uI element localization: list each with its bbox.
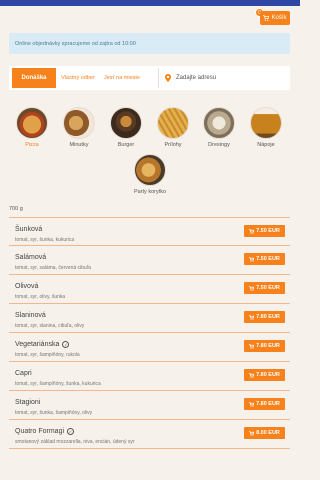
add-to-cart-button[interactable]: 8.00 EUR — [244, 427, 285, 439]
napoje-image — [250, 107, 282, 139]
item-price: 7.50 EUR — [256, 228, 280, 234]
item-description: smotanový základ mozzarella, niva, enciá… — [15, 439, 135, 445]
notice-banner: Online objednávky spracujeme od zajtra o… — [9, 33, 290, 54]
add-to-cart-button[interactable]: 7.80 EUR — [244, 369, 285, 381]
cart-icon — [249, 401, 255, 407]
cart-icon — [249, 372, 255, 378]
item-name: Šunková — [15, 226, 43, 233]
cart-label: Košík — [271, 15, 287, 21]
category-party-korytko[interactable]: Party korytko — [130, 154, 170, 195]
product-list: Šunková tomat, syr, šunka, kukurica 7.50… — [9, 217, 290, 449]
prilohy-image — [157, 107, 189, 139]
dine-in-option[interactable]: Jesť na mieste — [100, 75, 144, 82]
order-mode-card: Donáška Vlastný odber Jesť na mieste Zad… — [9, 66, 290, 90]
category-label: Dresingy — [208, 142, 230, 148]
top-bar — [0, 0, 300, 6]
list-item: Olivová tomat, syr, olivy, šunka 7.50 EU… — [9, 275, 290, 304]
category-dresingy[interactable]: Dresingy — [199, 107, 239, 148]
list-item: Salámová tomat, syr, saláma, červená cib… — [9, 246, 290, 275]
add-to-cart-button[interactable]: 7.80 EUR — [244, 398, 285, 410]
list-item: Slaninová tomat, syr, slanina, cibuľa, o… — [9, 304, 290, 333]
item-price: 7.80 EUR — [256, 343, 280, 349]
add-to-cart-button[interactable]: 7.80 EUR — [244, 311, 285, 323]
list-item: Vegetariánska ✓ tomat, syr, šampiňóny, ru… — [9, 333, 290, 362]
category-minutky[interactable]: Minutky — [59, 107, 99, 148]
weight-label: 700 g — [9, 206, 23, 212]
category-napoje[interactable]: Nápoje — [246, 107, 286, 148]
item-name: Stagioni — [15, 399, 41, 406]
item-description: tomat, syr, šunka, šampiňóny, olivy — [15, 410, 93, 416]
category-label: Minutky — [69, 142, 89, 148]
cart-icon — [249, 285, 255, 291]
item-description: tomat, syr, olivy, šunka — [15, 294, 66, 300]
vegetarian-icon: ✓ — [67, 428, 75, 435]
cart-icon — [249, 228, 255, 234]
location-pin-icon — [165, 74, 171, 82]
item-name: Capri — [15, 370, 32, 377]
list-item: Stagioni tomat, syr, šunka, šampiňóny, o… — [9, 391, 290, 420]
list-item: Quatro Formagi ✓ smotanový základ mozzare… — [9, 420, 290, 449]
minutky-image — [63, 107, 95, 139]
address-placeholder: Zadajte adresu — [176, 75, 217, 81]
item-price: 8.00 EUR — [256, 430, 280, 436]
item-description: tomat, syr, šampiňóny, šunka, kukurica — [15, 381, 101, 387]
category-label: Prílohy — [164, 142, 182, 148]
cart-icon — [249, 256, 255, 262]
item-price: 7.80 EUR — [256, 401, 280, 407]
add-to-cart-button[interactable]: 7.50 EUR — [244, 253, 285, 265]
item-name: Quatro Formagi — [15, 428, 65, 435]
vegetarian-icon: ✓ — [62, 341, 70, 348]
item-name: Salámová — [15, 254, 47, 261]
item-name: Slaninová — [15, 312, 46, 319]
item-description: tomat, syr, šampiňóny, rukola — [15, 352, 80, 358]
category-label: Nápoje — [257, 142, 275, 148]
item-price: 7.50 EUR — [256, 285, 280, 291]
item-price: 7.80 EUR — [256, 314, 280, 320]
dresingy-image — [203, 107, 235, 139]
add-to-cart-button[interactable]: 7.50 EUR — [244, 225, 285, 237]
party-korytko-image — [134, 154, 166, 186]
item-price: 7.50 EUR — [256, 256, 280, 262]
delivery-button[interactable]: Donáška — [12, 68, 56, 88]
item-description: tomat, syr, slanina, cibuľa, olivy — [15, 323, 85, 329]
address-field[interactable]: Zadajte adresu — [158, 68, 290, 88]
category-pizza[interactable]: Pizza — [12, 107, 52, 148]
category-label: Pizza — [25, 142, 39, 148]
item-description: tomat, syr, saláma, červená cibuľa — [15, 265, 91, 271]
cart-icon — [249, 343, 255, 349]
bottom-edge — [0, 464, 300, 480]
category-prilohy[interactable]: Prílohy — [153, 107, 193, 148]
list-item: Capri tomat, syr, šampiňóny, šunka, kuku… — [9, 362, 290, 391]
pickup-option[interactable]: Vlastný odber — [56, 75, 100, 82]
item-price: 7.80 EUR — [256, 372, 280, 378]
list-item: Šunková tomat, syr, šunka, kukurica 7.50… — [9, 217, 290, 246]
burger-image — [110, 107, 142, 139]
cart-icon — [263, 15, 270, 21]
cart-icon — [249, 314, 255, 320]
add-to-cart-button[interactable]: 7.80 EUR — [244, 340, 285, 352]
item-name: Vegetariánska — [15, 341, 60, 348]
add-to-cart-button[interactable]: 7.50 EUR — [244, 282, 285, 294]
pizza-image — [16, 107, 48, 139]
category-label: Burger — [117, 142, 135, 148]
category-label: Party korytko — [133, 189, 167, 195]
item-name: Olivová — [15, 283, 39, 290]
category-burger[interactable]: Burger — [106, 107, 146, 148]
cart-button[interactable]: Košík — [260, 11, 290, 25]
item-description: tomat, syr, šunka, kukurica — [15, 237, 75, 243]
cart-icon — [249, 430, 255, 436]
